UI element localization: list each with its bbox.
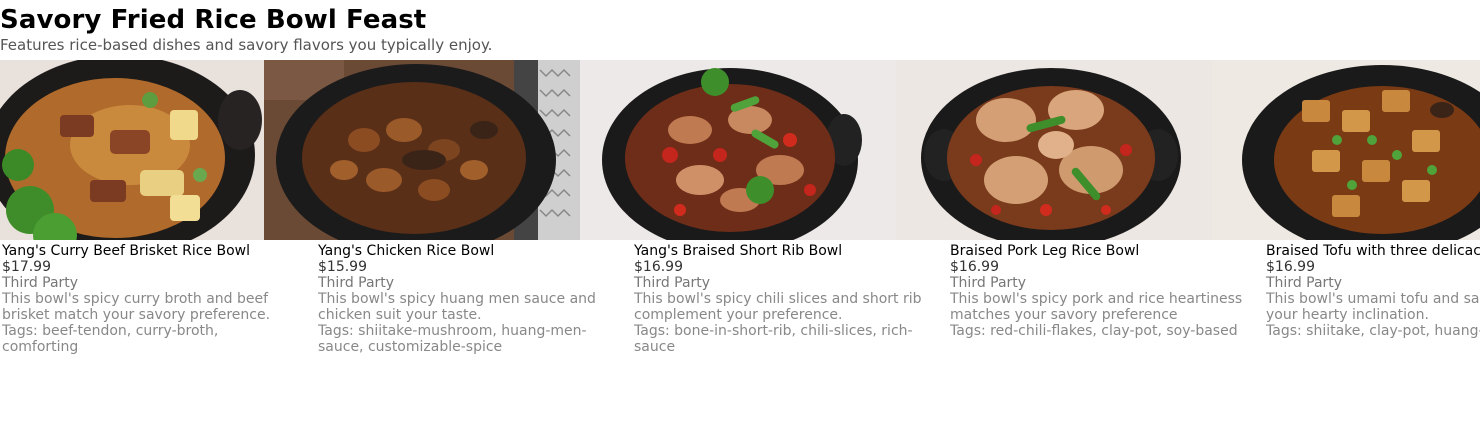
product-info: Yang's Braised Short Rib Bowl $16.99 Thi… bbox=[580, 240, 934, 355]
product-price: $17.99 bbox=[2, 259, 51, 275]
product-price: $16.99 bbox=[1266, 259, 1315, 275]
product-vendor: Third Party bbox=[950, 275, 1027, 291]
product-description: This bowl's spicy pork and rice heartine… bbox=[950, 291, 1243, 323]
product-info: Yang's Curry Beef Brisket Rice Bowl $17.… bbox=[0, 240, 300, 355]
product-description: This bowl's spicy chili slices and short… bbox=[634, 291, 922, 323]
curry-beef-brisket-bowl-photo[interactable] bbox=[0, 60, 264, 240]
product-name[interactable]: Yang's Chicken Rice Bowl bbox=[318, 243, 616, 259]
product-tags: Tags: beef-tendon, curry-broth, comforti… bbox=[2, 323, 219, 355]
product-info: Braised Pork Leg Rice Bowl $16.99 Third … bbox=[896, 240, 1250, 339]
product-info: Braised Tofu with three delicacies $16.9… bbox=[1212, 240, 1480, 339]
product-card[interactable]: Braised Tofu with three delicacies $16.9… bbox=[1212, 60, 1480, 339]
product-name[interactable]: Yang's Braised Short Rib Bowl bbox=[634, 243, 932, 259]
section-subtitle: Features rice-based dishes and savory fl… bbox=[0, 36, 493, 54]
product-description: This bowl's umami tofu and sauce match y… bbox=[1266, 291, 1480, 323]
product-price: $16.99 bbox=[634, 259, 683, 275]
product-info: Yang's Chicken Rice Bowl $15.99 Third Pa… bbox=[264, 240, 618, 355]
product-tags: Tags: shiitake, clay-pot, huang-men-sauc… bbox=[1266, 323, 1480, 339]
product-tags: Tags: bone-in-short-rib, chili-slices, r… bbox=[634, 323, 913, 355]
section-header: Savory Fried Rice Bowl Feast Features ri… bbox=[0, 4, 492, 54]
chicken-rice-bowl-photo[interactable] bbox=[264, 60, 580, 240]
recommendation-section: Savory Fried Rice Bowl Feast Features ri… bbox=[0, 0, 1480, 432]
product-description: This bowl's spicy curry broth and beef b… bbox=[2, 291, 271, 323]
product-card[interactable]: Yang's Braised Short Rib Bowl $16.99 Thi… bbox=[580, 60, 922, 355]
section-title: Savory Fried Rice Bowl Feast bbox=[0, 5, 427, 35]
product-price: $15.99 bbox=[318, 259, 367, 275]
product-tags: Tags: shiitake-mushroom, huang-men-sauce… bbox=[318, 323, 587, 355]
product-name[interactable]: Braised Pork Leg Rice Bowl bbox=[950, 243, 1248, 259]
product-description: This bowl's spicy huang men sauce and ch… bbox=[318, 291, 596, 323]
product-card[interactable]: Yang's Chicken Rice Bowl $15.99 Third Pa… bbox=[264, 60, 596, 355]
product-vendor: Third Party bbox=[634, 275, 711, 291]
product-card[interactable]: Braised Pork Leg Rice Bowl $16.99 Third … bbox=[896, 60, 1242, 339]
product-vendor: Third Party bbox=[1266, 275, 1343, 291]
braised-short-rib-bowl-photo[interactable] bbox=[580, 60, 896, 240]
product-carousel[interactable]: Yang's Curry Beef Brisket Rice Bowl $17.… bbox=[0, 60, 1480, 432]
product-vendor: Third Party bbox=[318, 275, 395, 291]
product-vendor: Third Party bbox=[2, 275, 79, 291]
product-name[interactable]: Braised Tofu with three delicacies bbox=[1266, 243, 1480, 259]
product-tags: Tags: red-chili-flakes, clay-pot, soy-ba… bbox=[950, 323, 1238, 339]
braised-pork-leg-bowl-photo[interactable] bbox=[896, 60, 1212, 240]
product-name[interactable]: Yang's Curry Beef Brisket Rice Bowl bbox=[2, 243, 298, 259]
braised-tofu-bowl-photo[interactable] bbox=[1212, 60, 1480, 240]
product-price: $16.99 bbox=[950, 259, 999, 275]
